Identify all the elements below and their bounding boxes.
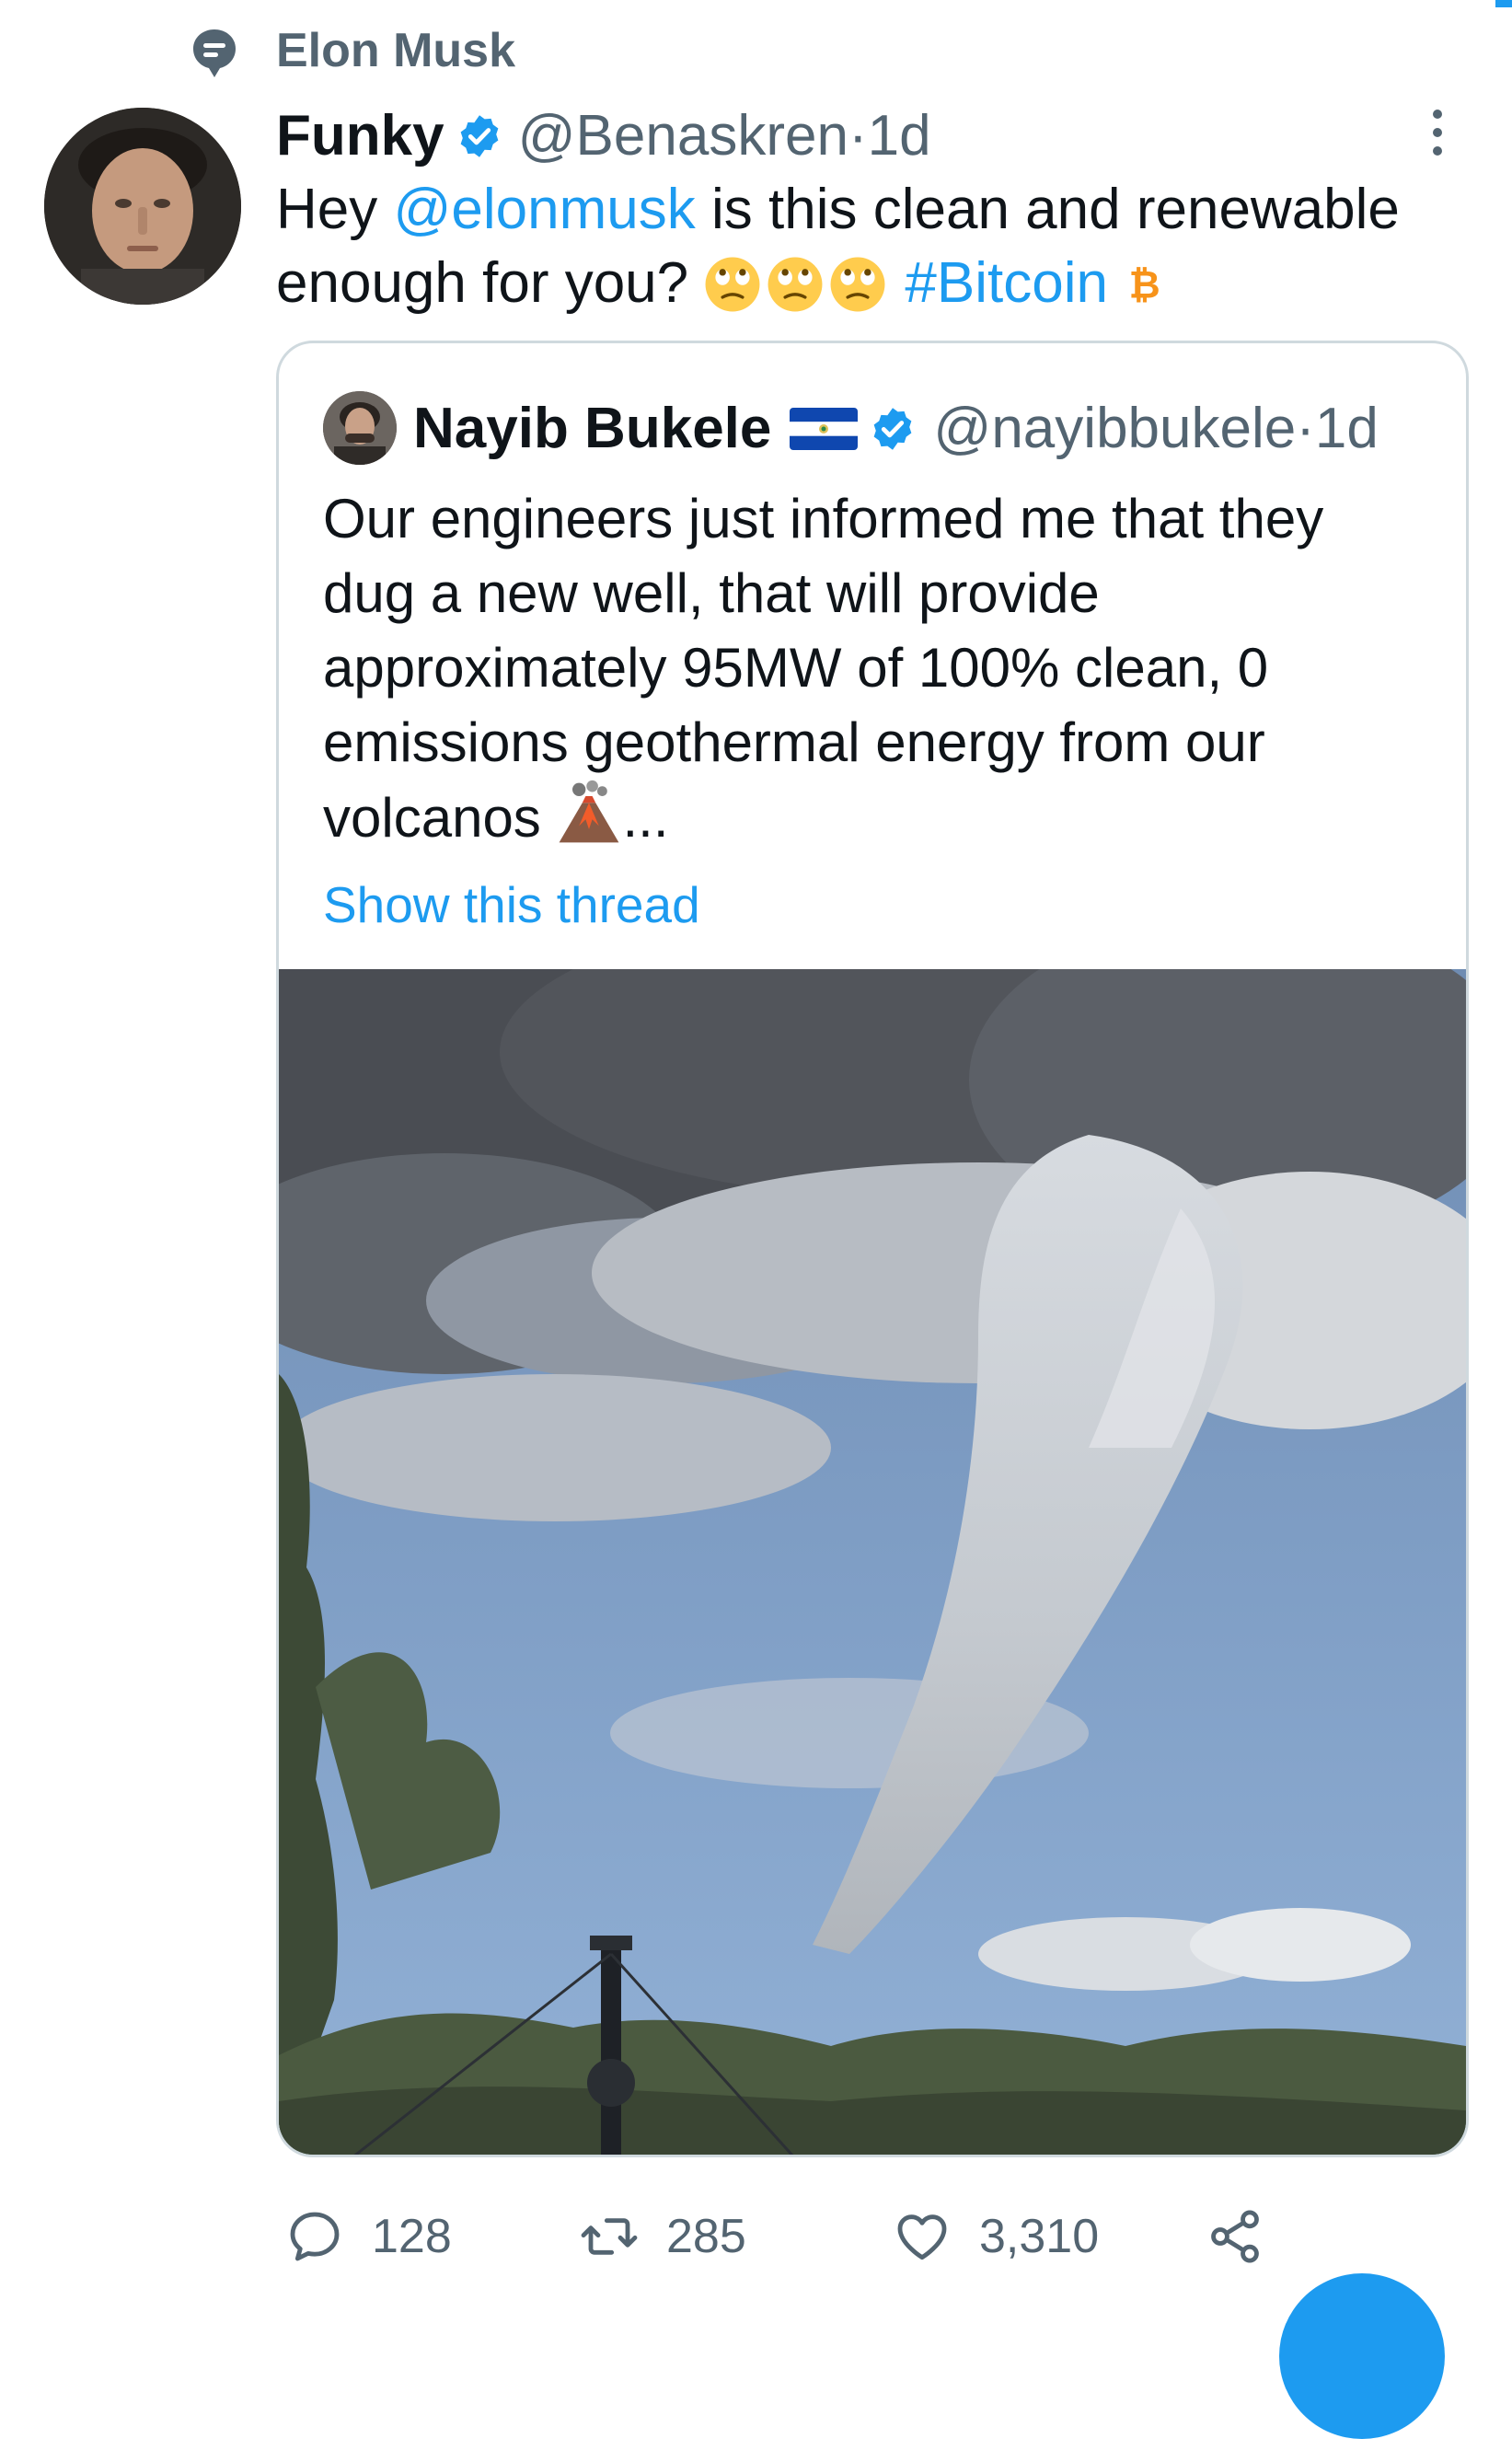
svg-text:₿: ₿ bbox=[1129, 261, 1160, 306]
truncation-ellipsis: ... bbox=[622, 787, 669, 849]
author-avatar[interactable] bbox=[44, 108, 241, 305]
retweet-icon bbox=[581, 2218, 638, 2255]
el-salvador-flag-icon bbox=[790, 408, 859, 450]
hashtag-link[interactable]: #Bitcoin bbox=[905, 251, 1108, 315]
pin-comment-icon bbox=[191, 28, 237, 79]
face-with-rolling-eyes-icon bbox=[830, 257, 885, 312]
share-action[interactable] bbox=[1206, 2190, 1292, 2283]
volcano-icon bbox=[560, 780, 619, 843]
share-icon bbox=[1211, 2210, 1259, 2263]
heart-icon bbox=[897, 2214, 947, 2260]
tweet-text: Hey @elonmusk is this clean and renewabl… bbox=[276, 173, 1463, 320]
tweet-header: Funky @Benaskren · 1d bbox=[276, 101, 931, 171]
quoted-tweet-card[interactable]: Nayib Bukele @nayibbukele · 1d Our engin… bbox=[276, 341, 1469, 2157]
verified-badge-icon bbox=[460, 115, 498, 157]
quoted-author-avatar[interactable] bbox=[323, 391, 397, 465]
like-count: 3,310 bbox=[979, 2210, 1100, 2263]
quoted-author-handle[interactable]: @nayibbukele bbox=[933, 389, 1296, 468]
author-handle[interactable]: @Benaskren bbox=[518, 101, 848, 171]
reply-action[interactable]: 128 bbox=[285, 2190, 452, 2283]
dot-separator: · bbox=[848, 104, 868, 168]
face-with-rolling-eyes-icon bbox=[705, 257, 760, 312]
social-context-label[interactable]: Elon Musk bbox=[276, 18, 515, 83]
show-thread-link[interactable]: Show this thread bbox=[323, 868, 700, 942]
like-action[interactable]: 3,310 bbox=[893, 2190, 1099, 2283]
author-name[interactable]: Funky bbox=[276, 101, 444, 171]
face-with-rolling-eyes-icon bbox=[768, 257, 823, 312]
dot-separator: · bbox=[1296, 397, 1315, 460]
quoted-tweet-header: Nayib Bukele @nayibbukele · 1d bbox=[413, 389, 1379, 468]
quoted-tweet-text: Our engineers just informed me that they… bbox=[323, 481, 1427, 855]
quoted-tweet-body: Our engineers just informed me that they… bbox=[323, 488, 1324, 849]
tweet-time[interactable]: 1d bbox=[868, 101, 931, 171]
reply-icon bbox=[290, 2212, 340, 2261]
bitcoin-sign-icon: ₿ bbox=[1129, 261, 1160, 306]
verified-badge-icon bbox=[874, 408, 912, 450]
retweet-count: 285 bbox=[666, 2210, 746, 2263]
edge-indicator bbox=[1495, 0, 1512, 7]
compose-tweet-button[interactable] bbox=[1279, 2273, 1445, 2439]
reply-count: 128 bbox=[372, 2210, 452, 2263]
retweet-action[interactable]: 285 bbox=[580, 2190, 746, 2283]
mention-link[interactable]: @elonmusk bbox=[393, 178, 695, 241]
quoted-tweet-time[interactable]: 1d bbox=[1315, 389, 1379, 468]
tweet-action-bar: 128 285 3,310 bbox=[276, 2190, 1472, 2283]
quoted-author-name[interactable]: Nayib Bukele bbox=[413, 389, 771, 468]
geothermal-steam-photo[interactable] bbox=[279, 969, 1466, 2157]
more-options-icon[interactable] bbox=[1423, 107, 1452, 158]
tweet-text-part: Hey bbox=[276, 178, 394, 241]
